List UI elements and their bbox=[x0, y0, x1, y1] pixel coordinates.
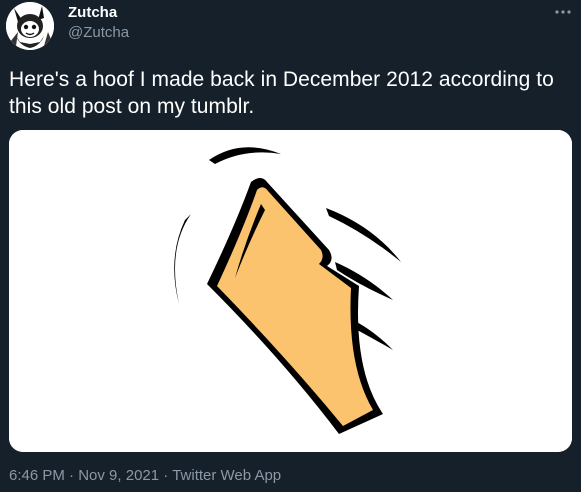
hoof-drawing-image bbox=[9, 130, 572, 452]
tweet-text: Here's a hoof I made back in December 20… bbox=[9, 68, 554, 118]
tweet-source: Twitter Web App bbox=[172, 467, 282, 484]
user-handle[interactable]: @Zutcha bbox=[68, 24, 129, 42]
character-avatar-icon bbox=[6, 2, 54, 50]
tweet-date[interactable]: Nov 9, 2021 bbox=[78, 467, 159, 484]
tweet-meta: 6:46 PM · Nov 9, 2021 · Twitter Web App bbox=[9, 466, 281, 486]
tweet-media[interactable] bbox=[9, 130, 572, 452]
tweet-card: Zutcha @Zutcha Here's a hoof I made back… bbox=[0, 0, 581, 492]
ellipsis-icon bbox=[555, 10, 571, 14]
more-options-button[interactable] bbox=[553, 2, 573, 22]
tweet-time[interactable]: 6:46 PM bbox=[9, 467, 65, 484]
meta-separator: · bbox=[69, 467, 75, 484]
display-name[interactable]: Zutcha bbox=[68, 4, 117, 22]
meta-separator-2: · bbox=[163, 467, 169, 484]
avatar[interactable] bbox=[6, 2, 54, 50]
